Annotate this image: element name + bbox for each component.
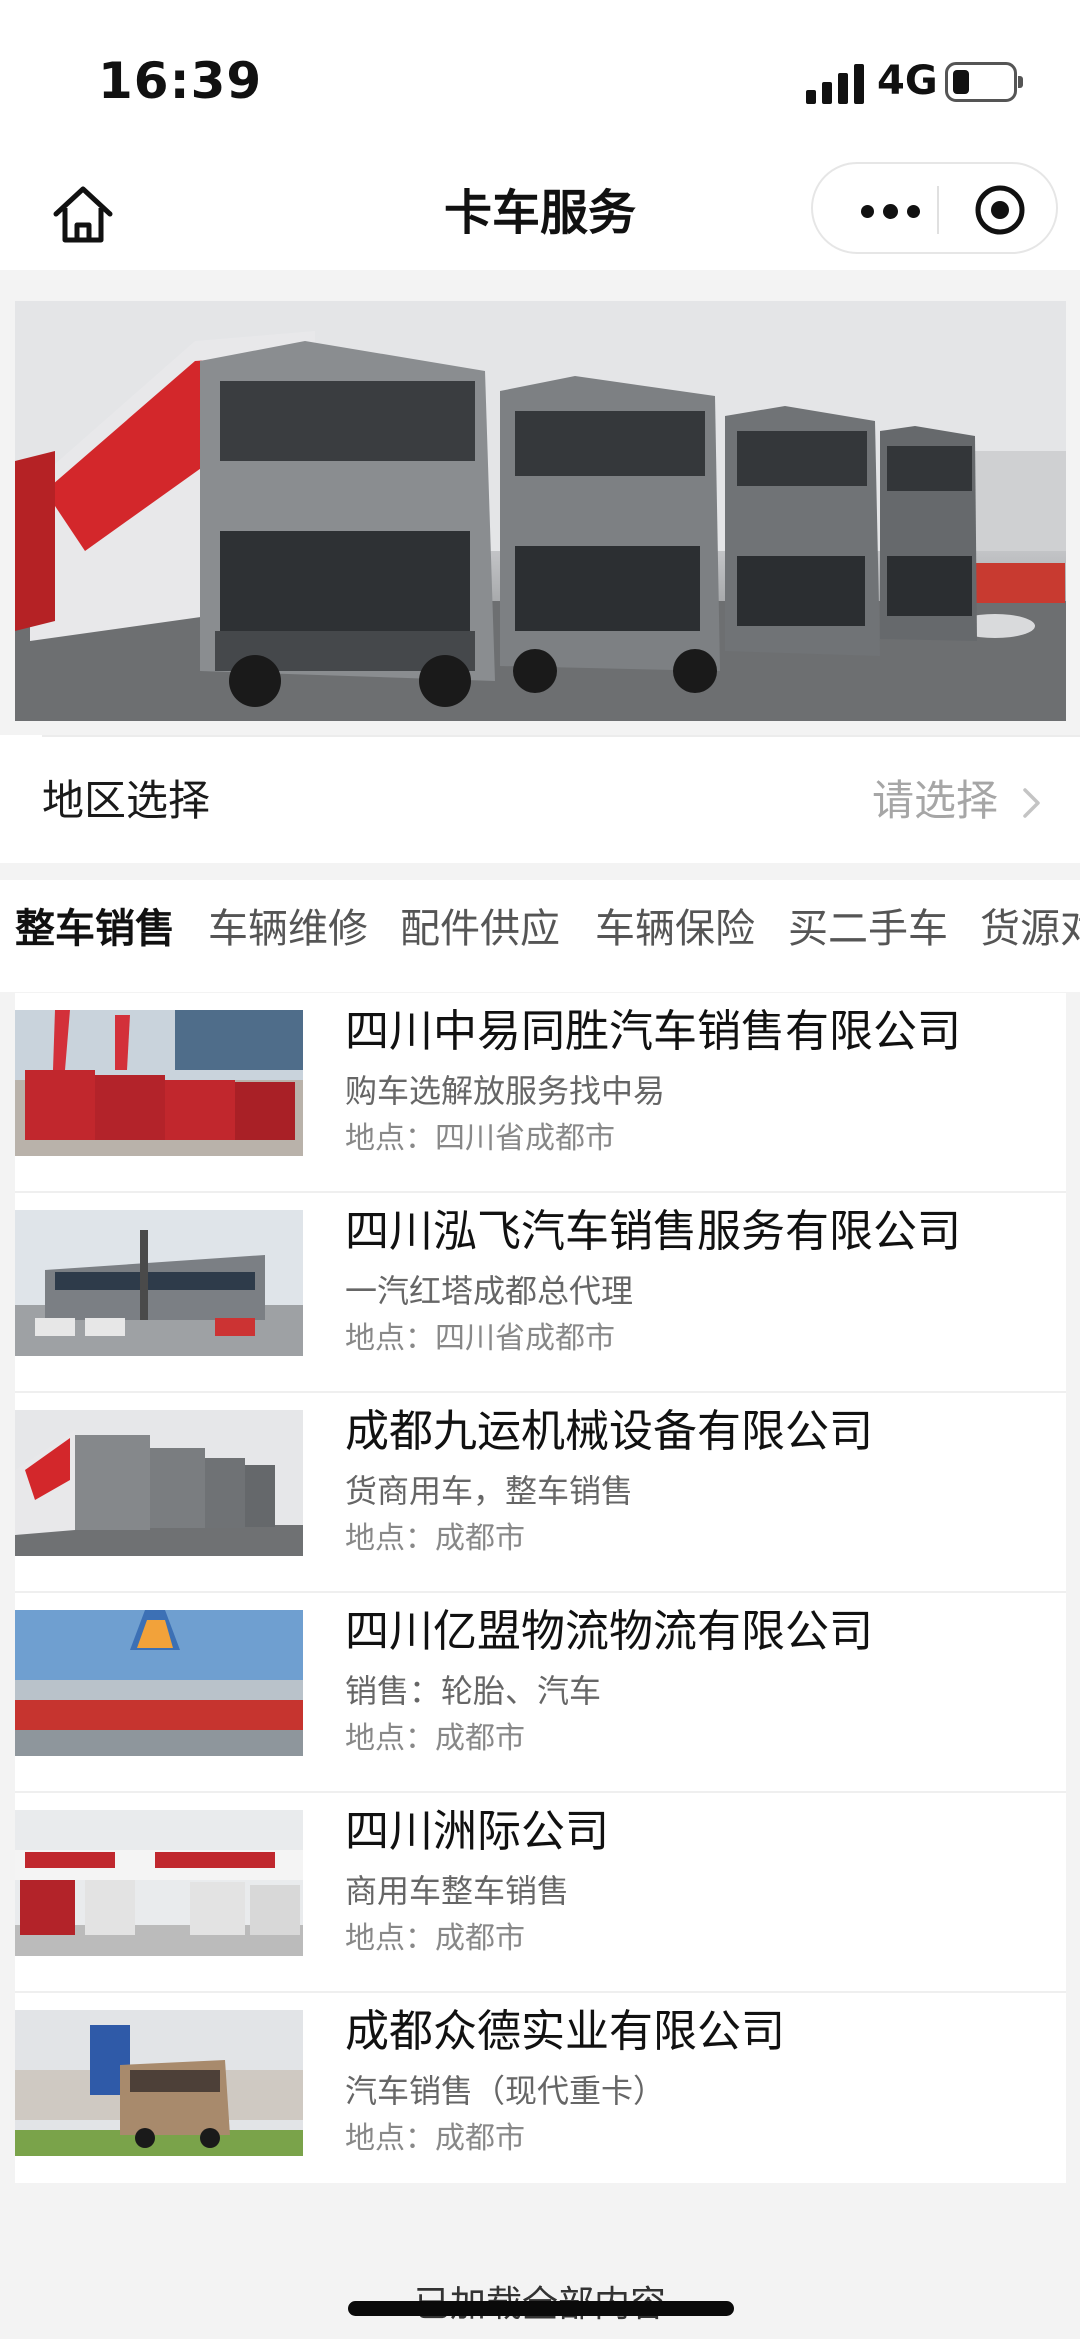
region-label: 地区选择: [42, 776, 211, 825]
list-item[interactable]: 成都众德实业有限公司 汽车销售（现代重卡） 地点：成都市: [15, 1993, 1066, 2193]
network-type: 4G: [877, 58, 938, 104]
company-description: 货商用车，整车销售: [345, 1472, 634, 1510]
category-tabs: 整车销售 车辆维修 配件供应 车辆保险 买二手车 货源对: [0, 880, 1080, 992]
more-icon[interactable]: [847, 174, 959, 244]
home-indicator[interactable]: [348, 2301, 734, 2316]
company-name: 四川泓飞汽车销售服务有限公司: [345, 1206, 961, 1257]
company-location: 地点：四川省成都市: [345, 1121, 615, 1156]
capsule-divider: [937, 186, 939, 234]
list-item[interactable]: 四川亿盟物流物流有限公司 销售：轮胎、汽车 地点：成都市: [15, 1593, 1066, 1793]
tab-vehicle-repair[interactable]: 车辆维修: [208, 902, 368, 956]
mini-program-capsule: [811, 162, 1058, 254]
nav-bar: 卡车服务: [0, 160, 1080, 270]
tab-used-trucks[interactable]: 买二手车: [788, 902, 948, 956]
banner-image[interactable]: [15, 301, 1066, 721]
status-time: 16:39: [98, 52, 263, 110]
company-thumbnail: [15, 1010, 303, 1156]
tab-parts-supply[interactable]: 配件供应: [400, 902, 560, 956]
company-thumbnail: [15, 1410, 303, 1556]
company-description: 一汽红塔成都总代理: [345, 1272, 634, 1310]
company-thumbnail: [15, 1210, 303, 1356]
company-name: 成都众德实业有限公司: [345, 2006, 785, 2057]
company-description: 商用车整车销售: [345, 1872, 570, 1910]
company-location: 地点：成都市: [345, 1921, 525, 1956]
company-thumbnail: [15, 2010, 303, 2156]
company-description: 购车选解放服务找中易: [345, 1072, 666, 1110]
company-name: 成都九运机械设备有限公司: [345, 1406, 873, 1457]
company-location: 地点：四川省成都市: [345, 1321, 615, 1356]
company-location: 地点：成都市: [345, 2121, 525, 2156]
company-location: 地点：成都市: [345, 1521, 525, 1556]
list-item[interactable]: 四川泓飞汽车销售服务有限公司 一汽红塔成都总代理 地点：四川省成都市: [15, 1193, 1066, 1393]
company-thumbnail: [15, 1810, 303, 1956]
company-description: 汽车销售（现代重卡）: [345, 2072, 666, 2110]
chevron-right-icon: [1016, 786, 1046, 820]
signal-icon: [806, 62, 864, 104]
tab-cargo-source[interactable]: 货源对: [980, 902, 1080, 956]
list-item[interactable]: 成都九运机械设备有限公司 货商用车，整车销售 地点：成都市: [15, 1393, 1066, 1593]
tab-vehicle-sales[interactable]: 整车销售: [15, 902, 175, 956]
company-location: 地点：成都市: [345, 1721, 525, 1756]
region-selector[interactable]: 地区选择 请选择: [0, 735, 1080, 863]
region-select-placeholder[interactable]: 请选择: [872, 775, 998, 827]
company-name: 四川亿盟物流物流有限公司: [345, 1606, 873, 1657]
company-name: 四川洲际公司: [345, 1806, 609, 1857]
battery-icon: [945, 62, 1023, 102]
company-description: 销售：轮胎、汽车: [345, 1672, 602, 1710]
close-icon[interactable]: [965, 174, 1035, 244]
company-list: 四川中易同胜汽车销售有限公司 购车选解放服务找中易 地点：四川省成都市 四川泓飞…: [15, 993, 1066, 2183]
company-thumbnail: [15, 1610, 303, 1756]
status-bar: 16:39 4G: [0, 0, 1080, 160]
divider: [42, 735, 1080, 737]
list-item[interactable]: 四川洲际公司 商用车整车销售 地点：成都市: [15, 1793, 1066, 1993]
list-item[interactable]: 四川中易同胜汽车销售有限公司 购车选解放服务找中易 地点：四川省成都市: [15, 993, 1066, 1193]
company-name: 四川中易同胜汽车销售有限公司: [345, 1006, 961, 1057]
tab-vehicle-insurance[interactable]: 车辆保险: [595, 902, 755, 956]
